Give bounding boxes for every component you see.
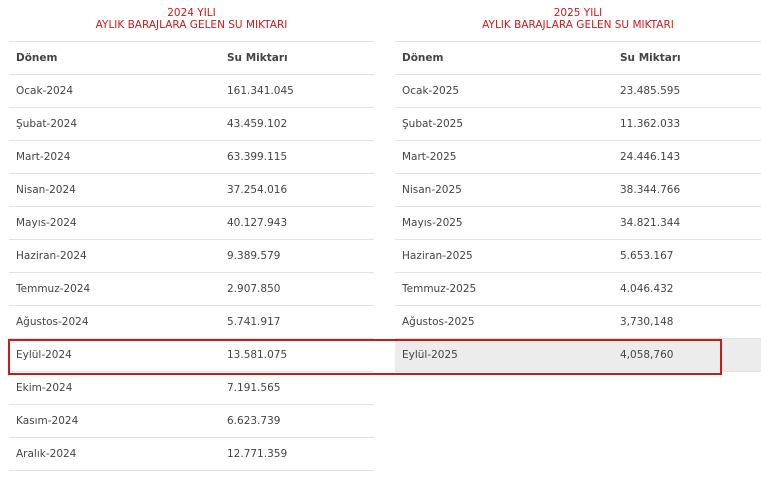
column-header-water-amount: Su Miktarı [227, 41, 374, 75]
period-cell: Şubat-2025 [395, 107, 620, 141]
table-2025: Dönem Su Miktarı Ocak-2025 23.485.595 Şub… [395, 41, 761, 372]
amount-cell: 37.254.016 [227, 173, 374, 207]
table-header-row: Dönem Su Miktarı [9, 41, 374, 75]
period-cell: Mayıs-2024 [9, 206, 227, 240]
table-row: Ağustos-2024 5.741.917 [9, 305, 374, 339]
amount-cell: 5.741.917 [227, 305, 374, 339]
period-cell: Ekim-2024 [9, 371, 227, 405]
amount-cell: 13.581.075 [227, 338, 374, 372]
table-row: Mart-2025 24.446.143 [395, 140, 761, 174]
amount-cell: 6.623.739 [227, 404, 374, 438]
amount-cell: 5.653.167 [620, 239, 761, 273]
table-row: Ekim-2024 7.191.565 [9, 371, 374, 405]
column-header-period: Dönem [395, 41, 620, 75]
table-2024: Dönem Su Miktarı Ocak-2024 161.341.045 Şu… [9, 41, 374, 471]
table-row: Haziran-2024 9.389.579 [9, 239, 374, 273]
period-cell: Nisan-2024 [9, 173, 227, 207]
table-row: Ocak-2024 161.341.045 [9, 74, 374, 108]
period-cell: Mayıs-2025 [395, 206, 620, 240]
table-row: Mayıs-2024 40.127.943 [9, 206, 374, 240]
amount-cell: 12.771.359 [227, 437, 374, 471]
table-row: Ocak-2025 23.485.595 [395, 74, 761, 108]
table-row: Şubat-2024 43.459.102 [9, 107, 374, 141]
period-cell: Şubat-2024 [9, 107, 227, 141]
table-row-highlighted: Eylül-2025 4,058,760 [395, 338, 761, 372]
column-header-water-amount: Su Miktarı [620, 41, 761, 75]
amount-cell: 34.821.344 [620, 206, 761, 240]
period-cell: Temmuz-2025 [395, 272, 620, 306]
table-2025-year-title: 2025 YILI [553, 7, 603, 19]
table-row: Nisan-2024 37.254.016 [9, 173, 374, 207]
table-2024-panel: 2024 YILI AYLIK BARAJLARA GELEN SU MIKTA… [9, 0, 374, 471]
period-cell: Kasım-2024 [9, 404, 227, 438]
amount-cell: 23.485.595 [620, 74, 761, 108]
table-2024-heading: 2024 YILI AYLIK BARAJLARA GELEN SU MIKTA… [9, 0, 374, 41]
table-2025-subtitle: AYLIK BARAJLARA GELEN SU MIKTARI [482, 19, 674, 31]
amount-cell: 11.362.033 [620, 107, 761, 141]
amount-cell: 4,058,760 [620, 338, 761, 372]
table-2025-heading: 2025 YILI AYLIK BARAJLARA GELEN SU MIKTA… [395, 0, 761, 41]
table-row: Mart-2024 63.399.115 [9, 140, 374, 174]
column-header-period: Dönem [9, 41, 227, 75]
period-cell: Mart-2025 [395, 140, 620, 174]
table-row: Temmuz-2024 2.907.850 [9, 272, 374, 306]
table-row-highlighted: Eylül-2024 13.581.075 [9, 338, 374, 372]
amount-cell: 4.046.432 [620, 272, 761, 306]
table-row: Nisan-2025 38.344.766 [395, 173, 761, 207]
table-row: Haziran-2025 5.653.167 [395, 239, 761, 273]
period-cell: Eylül-2024 [9, 338, 227, 372]
amount-cell: 161.341.045 [227, 74, 374, 108]
amount-cell: 3,730,148 [620, 305, 761, 339]
period-cell: Ağustos-2024 [9, 305, 227, 339]
period-cell: Haziran-2024 [9, 239, 227, 273]
amount-cell: 24.446.143 [620, 140, 761, 174]
period-cell: Mart-2024 [9, 140, 227, 174]
amount-cell: 63.399.115 [227, 140, 374, 174]
table-2024-subtitle: AYLIK BARAJLARA GELEN SU MIKTARI [95, 19, 288, 31]
period-cell: Temmuz-2024 [9, 272, 227, 306]
table-row: Temmuz-2025 4.046.432 [395, 272, 761, 306]
table-header-row: Dönem Su Miktarı [395, 41, 761, 75]
amount-cell: 43.459.102 [227, 107, 374, 141]
amount-cell: 2.907.850 [227, 272, 374, 306]
table-row: Aralık-2024 12.771.359 [9, 437, 374, 471]
period-cell: Aralık-2024 [9, 437, 227, 471]
amount-cell: 40.127.943 [227, 206, 374, 240]
amount-cell: 7.191.565 [227, 371, 374, 405]
period-cell: Nisan-2025 [395, 173, 620, 207]
table-row: Ağustos-2025 3,730,148 [395, 305, 761, 339]
table-2024-year-title: 2024 YILI [167, 7, 216, 19]
amount-cell: 38.344.766 [620, 173, 761, 207]
table-row: Mayıs-2025 34.821.344 [395, 206, 761, 240]
table-2025-panel: 2025 YILI AYLIK BARAJLARA GELEN SU MIKTA… [395, 0, 761, 372]
period-cell: Ocak-2024 [9, 74, 227, 108]
table-row: Şubat-2025 11.362.033 [395, 107, 761, 141]
amount-cell: 9.389.579 [227, 239, 374, 273]
period-cell: Ağustos-2025 [395, 305, 620, 339]
period-cell: Haziran-2025 [395, 239, 620, 273]
period-cell: Eylül-2025 [395, 338, 620, 372]
table-row: Kasım-2024 6.623.739 [9, 404, 374, 438]
period-cell: Ocak-2025 [395, 74, 620, 108]
